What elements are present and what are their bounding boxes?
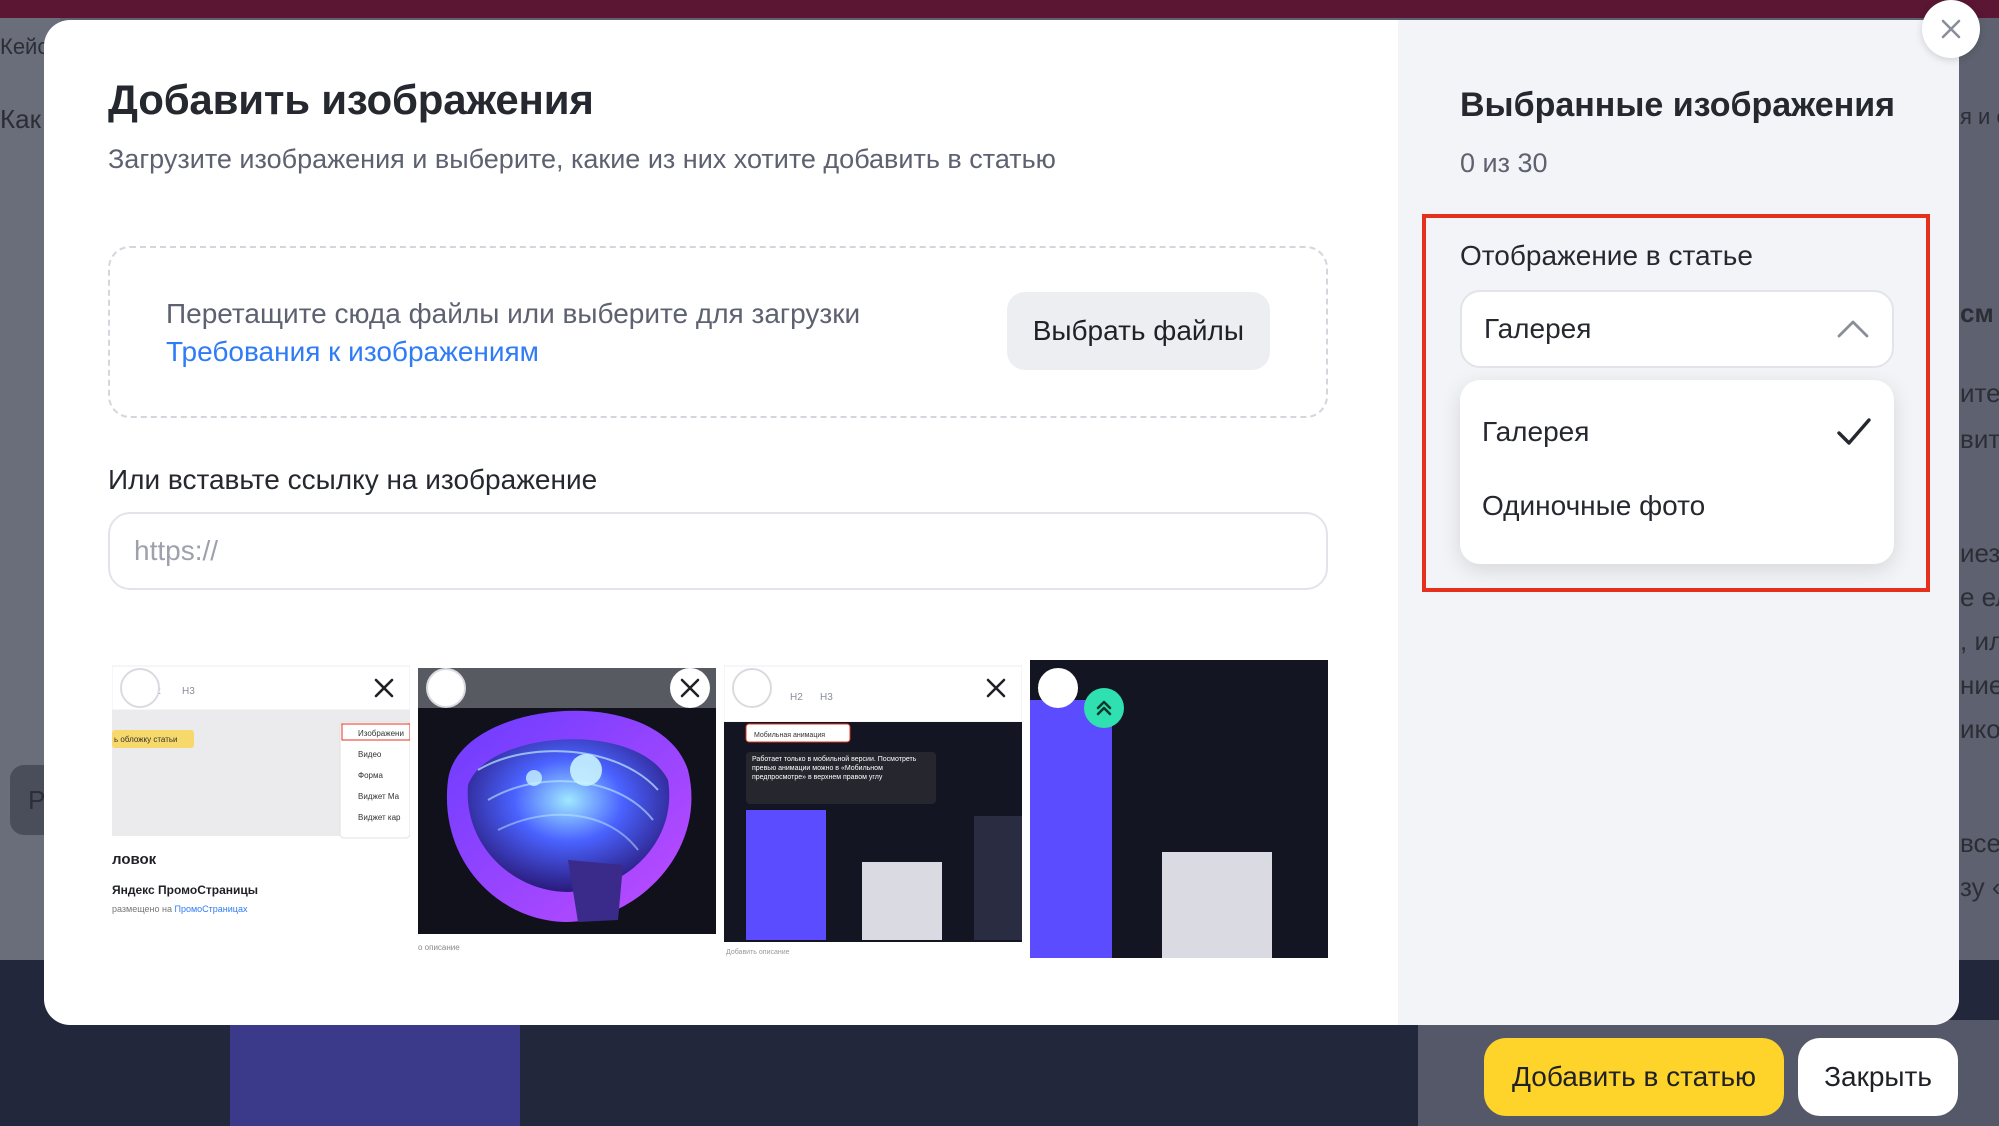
dropzone-text: Перетащите сюда файлы или выберите для з…: [166, 298, 861, 329]
image-thumbnail[interactable]: [1030, 660, 1328, 958]
display-mode-select[interactable]: Галерея: [1460, 290, 1894, 368]
image-caption: о описание: [418, 943, 460, 952]
background-text: Кейс: [0, 34, 49, 59]
background-text: , ил: [1960, 626, 1999, 656]
menu-item-video: Видео: [358, 750, 382, 759]
select-checkbox[interactable]: [732, 668, 772, 708]
upload-dropzone[interactable]: Перетащите сюда файлы или выберите для з…: [108, 246, 1328, 418]
background-text: ите: [1960, 378, 1999, 408]
image-thumbnail[interactable]: Н2 Н3 Мобильная анимация Работает только…: [724, 660, 1022, 958]
toolbar-h3: Н3: [182, 686, 195, 697]
choose-files-button[interactable]: Выбрать файлы: [1006, 292, 1270, 370]
menu-item-card-widget: Виджет кар: [358, 813, 401, 822]
selected-count: 0 из 30: [1460, 148, 1548, 178]
display-label: Отображение в статье: [1460, 240, 1753, 271]
background-text: я и с: [1960, 104, 1999, 129]
background-text: см: [1960, 298, 1994, 328]
close-icon: [680, 678, 700, 698]
background-text: Как: [0, 104, 41, 134]
menu-item-image: Изображени: [358, 729, 404, 738]
mobile-animation-label: Мобильная анимация: [754, 731, 825, 739]
menu-item-map-widget: Виджет Ма: [358, 792, 400, 801]
background-blue-block: [230, 1020, 520, 1126]
promo-caption: размещено на ПромоСтраницах: [112, 904, 248, 914]
close-icon: [986, 678, 1006, 698]
background-text: Р: [28, 785, 46, 815]
image-thumbnail[interactable]: о описание: [418, 660, 716, 958]
background-text: ние: [1960, 670, 1999, 700]
background-text: е ел: [1960, 582, 1999, 612]
option-gallery[interactable]: Галерея: [1482, 416, 1872, 448]
background-text: ико: [1960, 714, 1999, 744]
select-checkbox[interactable]: [120, 668, 160, 708]
modal-title: Добавить изображения: [108, 76, 594, 123]
animation-tooltip: Работает только в мобильной версии. Посм…: [752, 756, 917, 781]
background-text: все: [1960, 828, 1999, 858]
option-single-photo[interactable]: Одиночные фото: [1482, 490, 1705, 522]
toolbar-h2: Н2: [790, 692, 803, 703]
add-to-article-button[interactable]: Добавить в статью: [1484, 1038, 1784, 1116]
modal-subtitle: Загрузите изображения и выберите, какие …: [108, 144, 1056, 174]
checkmark-icon: [1837, 418, 1871, 445]
remove-image-button[interactable]: [364, 668, 404, 708]
close-icon: [1941, 19, 1961, 39]
url-label: Или вставьте ссылку на изображение: [108, 464, 598, 495]
image-url-input[interactable]: [108, 512, 1328, 590]
background-text: иез: [1960, 538, 1999, 568]
option-label: Галерея: [1482, 416, 1590, 447]
abstract-3d-render-image: о описание: [418, 668, 716, 958]
drag-handle[interactable]: [1084, 688, 1124, 728]
cover-label: ь обложку статьи: [114, 735, 178, 744]
remove-image-button[interactable]: [976, 668, 1016, 708]
add-description-label: Добавить описание: [726, 948, 790, 956]
menu-item-form: Форма: [358, 771, 383, 780]
display-mode-dropdown: Галерея Одиночные фото: [1460, 380, 1894, 564]
bar-chart-render-image: [1030, 660, 1328, 958]
select-checkbox[interactable]: [1038, 668, 1078, 708]
background-top-bar: [0, 0, 1999, 18]
close-icon: [374, 678, 394, 698]
image-requirements-link[interactable]: Требования к изображениям: [166, 336, 539, 368]
select-checkbox[interactable]: [426, 668, 466, 708]
remove-image-button[interactable]: [670, 668, 710, 708]
promo-title: Яндекс ПромоСтраницы: [112, 883, 258, 897]
close-button[interactable]: Закрыть: [1798, 1038, 1958, 1116]
heading-fragment: ловок: [112, 851, 157, 868]
selected-images-title: Выбранные изображения: [1460, 86, 1895, 124]
toolbar-h3: Н3: [820, 692, 833, 703]
background-text: вит: [1960, 424, 1999, 454]
editor-menu-screenshot-image: Н2 Н3 ь обложку статьи Изображени Видео …: [112, 660, 410, 958]
select-value: Галерея: [1484, 313, 1592, 344]
chevron-up-icon: [1837, 320, 1869, 338]
mobile-animation-screenshot-image: Н2 Н3 Мобильная анимация Работает только…: [724, 660, 1022, 958]
background-text: зу «: [1960, 872, 1999, 902]
double-chevron-up-icon: [1096, 700, 1112, 716]
modal-close-button[interactable]: [1922, 0, 1980, 58]
image-thumbnail[interactable]: Н2 Н3 ь обложку статьи Изображени Видео …: [112, 660, 410, 958]
